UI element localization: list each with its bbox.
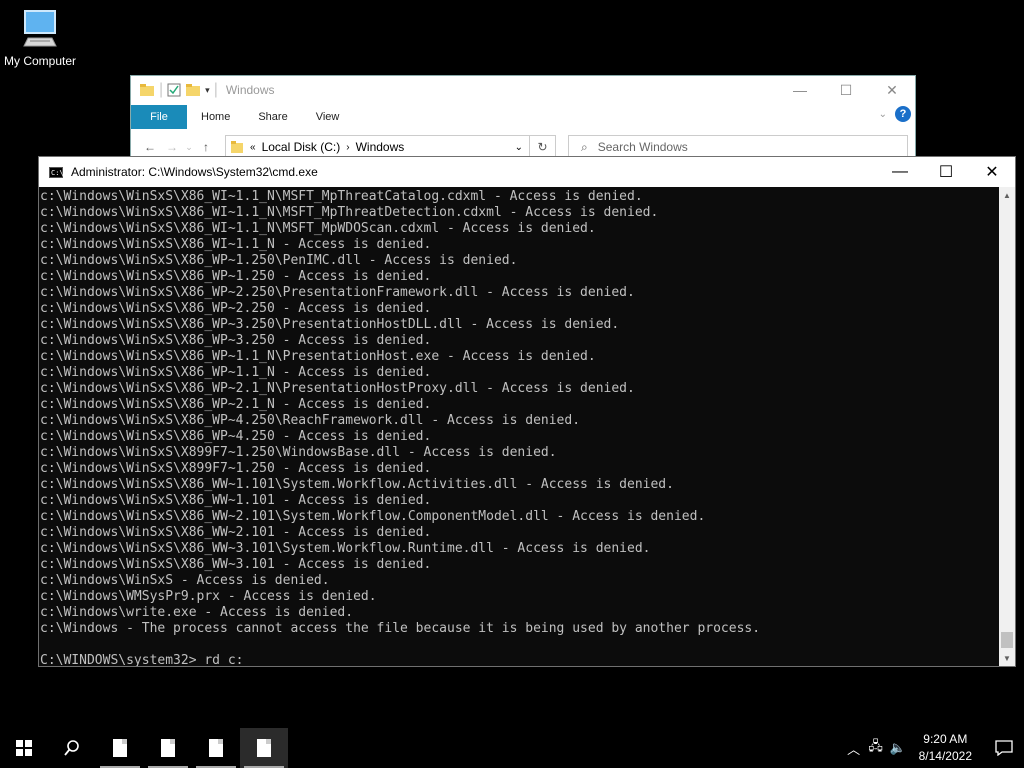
up-arrow-icon[interactable]: ↑ bbox=[195, 140, 217, 154]
console-line: c:\Windows\WinSxS\X86_WW~1.101 - Access … bbox=[40, 493, 432, 508]
console-line: c:\Windows\WMSysPr9.prx - Access is deni… bbox=[40, 589, 377, 604]
console-line: c:\Windows\WinSxS\X86_WP~1.250 - Access … bbox=[40, 269, 432, 284]
console-line: c:\Windows\WinSxS\X86_WP~1.250\PenIMC.dl… bbox=[40, 253, 518, 268]
show-hidden-icons-icon[interactable]: ︿ bbox=[843, 739, 865, 758]
system-tray: ︿ 🖧 🔈 9:20 AM 8/14/2022 bbox=[843, 728, 1024, 768]
console-line: c:\Windows\WinSxS\X86_WW~3.101\System.Wo… bbox=[40, 541, 651, 556]
properties-icon[interactable] bbox=[167, 83, 181, 97]
tab-home[interactable]: Home bbox=[187, 111, 244, 123]
console-line: c:\Windows\WinSxS - Access is denied. bbox=[40, 573, 330, 588]
console-line: c:\Windows\WinSxS\X86_WP~3.250\Presentat… bbox=[40, 317, 620, 332]
new-folder-icon[interactable] bbox=[185, 83, 201, 97]
minimize-button[interactable]: — bbox=[877, 157, 923, 187]
cmd-titlebar[interactable]: C:\ Administrator: C:\Windows\System32\c… bbox=[39, 157, 1015, 187]
network-icon[interactable]: 🖧 bbox=[865, 737, 887, 759]
explorer-titlebar[interactable]: | ▾ | Windows — ☐ ✕ bbox=[131, 76, 915, 104]
maximize-button[interactable]: ☐ bbox=[823, 76, 869, 104]
clock[interactable]: 9:20 AM 8/14/2022 bbox=[909, 731, 984, 765]
console-line: c:\Windows\WinSxS\X86_WI~1.1_N\MSFT_MpWD… bbox=[40, 221, 596, 236]
console-line: c:\Windows\WinSxS\X86_WP~1.1_N\Presentat… bbox=[40, 349, 596, 364]
scrollbar[interactable]: ▲ ▼ bbox=[999, 187, 1015, 666]
volume-icon[interactable]: 🔈 bbox=[887, 740, 909, 756]
address-part-drive[interactable]: Local Disk (C:) bbox=[262, 140, 341, 154]
console-line: c:\Windows\WinSxS\X899F7~1.250 - Access … bbox=[40, 461, 432, 476]
console-line: c:\Windows\WinSxS\X86_WW~2.101\System.Wo… bbox=[40, 509, 706, 524]
address-dropdown-icon[interactable]: ⌄ bbox=[515, 142, 523, 153]
console-line: c:\Windows - The process cannot access t… bbox=[40, 621, 761, 636]
close-button[interactable]: ✕ bbox=[969, 157, 1015, 187]
taskbar-app-1[interactable] bbox=[96, 728, 144, 768]
refresh-icon: ↻ bbox=[537, 140, 548, 154]
search-placeholder: Search Windows bbox=[597, 140, 688, 154]
cmd-title: Administrator: C:\Windows\System32\cmd.e… bbox=[71, 165, 318, 179]
document-icon bbox=[161, 739, 175, 757]
search-icon: ⌕ bbox=[581, 139, 588, 154]
console-line: c:\Windows\WinSxS\X86_WP~4.250\ReachFram… bbox=[40, 413, 581, 428]
console-output[interactable]: c:\Windows\WinSxS\X86_WI~1.1_N\MSFT_MpTh… bbox=[39, 187, 999, 666]
clock-time: 9:20 AM bbox=[923, 732, 968, 746]
console-line: c:\Windows\WinSxS\X86_WP~2.250 - Access … bbox=[40, 301, 432, 316]
console-line: c:\Windows\WinSxS\X899F7~1.250\WindowsBa… bbox=[40, 445, 557, 460]
console-line: c:\Windows\WinSxS\X86_WP~3.250 - Access … bbox=[40, 333, 432, 348]
clock-date: 8/14/2022 bbox=[918, 749, 972, 763]
console-line: c:\Windows\write.exe - Access is denied. bbox=[40, 605, 354, 620]
desktop-icon-my-computer[interactable]: My Computer bbox=[0, 8, 80, 68]
document-icon bbox=[257, 739, 271, 757]
ribbon-tabs: File Home Share View ⌄ ? bbox=[131, 104, 915, 130]
tab-share[interactable]: Share bbox=[244, 111, 301, 123]
computer-icon bbox=[23, 10, 57, 47]
quick-access-toolbar: | ▾ | bbox=[131, 81, 218, 99]
tab-file[interactable]: File bbox=[131, 105, 187, 129]
overflow-chevron-icon[interactable]: « bbox=[250, 142, 256, 153]
console-line: c:\Windows\WinSxS\X86_WP~2.250\Presentat… bbox=[40, 285, 635, 300]
cmd-app-icon[interactable]: C:\ bbox=[49, 166, 64, 178]
action-center-button[interactable] bbox=[984, 740, 1024, 756]
console-line: c:\Windows\WinSxS\X86_WP~2.1_N - Access … bbox=[40, 397, 432, 412]
folder-icon[interactable] bbox=[139, 83, 155, 97]
recent-dropdown-icon[interactable]: ⌄ bbox=[183, 142, 195, 153]
breadcrumb-separator-icon[interactable]: › bbox=[346, 142, 349, 153]
taskbar-app-2[interactable] bbox=[144, 728, 192, 768]
search-button[interactable] bbox=[48, 728, 96, 768]
console-line: c:\Windows\WinSxS\X86_WI~1.1_N - Access … bbox=[40, 237, 432, 252]
expand-ribbon-icon[interactable]: ⌄ bbox=[879, 109, 887, 120]
taskbar-app-4[interactable] bbox=[240, 728, 288, 768]
console-line: c:\Windows\WinSxS\X86_WW~1.101\System.Wo… bbox=[40, 477, 674, 492]
close-button[interactable]: ✕ bbox=[869, 76, 915, 104]
customize-qa-icon[interactable]: ▾ bbox=[205, 85, 210, 96]
document-icon bbox=[209, 739, 223, 757]
back-arrow-icon[interactable]: ← bbox=[139, 140, 161, 154]
maximize-button[interactable]: ☐ bbox=[923, 157, 969, 187]
search-icon bbox=[64, 740, 79, 756]
console-line: c:\Windows\WinSxS\X86_WW~2.101 - Access … bbox=[40, 525, 432, 540]
scroll-down-arrow-icon[interactable]: ▼ bbox=[999, 650, 1015, 666]
taskbar: ︿ 🖧 🔈 9:20 AM 8/14/2022 bbox=[0, 728, 1024, 768]
console-line: C:\WINDOWS\system32> rd c: bbox=[40, 653, 244, 666]
windows-logo-icon bbox=[16, 740, 32, 756]
notification-icon bbox=[995, 740, 1013, 756]
start-button[interactable] bbox=[0, 728, 48, 768]
console-line: c:\Windows\WinSxS\X86_WP~4.250 - Access … bbox=[40, 429, 432, 444]
desktop-icon-label: My Computer bbox=[3, 54, 77, 68]
help-icon[interactable]: ? bbox=[895, 106, 911, 122]
folder-icon bbox=[231, 141, 243, 153]
scroll-up-arrow-icon[interactable]: ▲ bbox=[999, 187, 1015, 203]
forward-arrow-icon[interactable]: → bbox=[161, 140, 183, 154]
console-line: c:\Windows\WinSxS\X86_WI~1.1_N\MSFT_MpTh… bbox=[40, 189, 643, 204]
console-line: c:\Windows\WinSxS\X86_WW~3.101 - Access … bbox=[40, 557, 432, 572]
cmd-window[interactable]: C:\ Administrator: C:\Windows\System32\c… bbox=[38, 156, 1016, 667]
console-line: c:\Windows\WinSxS\X86_WI~1.1_N\MSFT_MpTh… bbox=[40, 205, 659, 220]
minimize-button[interactable]: — bbox=[777, 76, 823, 104]
address-part-folder[interactable]: Windows bbox=[356, 140, 405, 154]
document-icon bbox=[113, 739, 127, 757]
taskbar-app-3[interactable] bbox=[192, 728, 240, 768]
console-line: c:\Windows\WinSxS\X86_WP~2.1_N\Presentat… bbox=[40, 381, 635, 396]
tab-view[interactable]: View bbox=[302, 111, 354, 123]
explorer-title: Windows bbox=[225, 83, 275, 97]
console-line: c:\Windows\WinSxS\X86_WP~1.1_N - Access … bbox=[40, 365, 432, 380]
scroll-thumb[interactable] bbox=[1001, 632, 1013, 648]
